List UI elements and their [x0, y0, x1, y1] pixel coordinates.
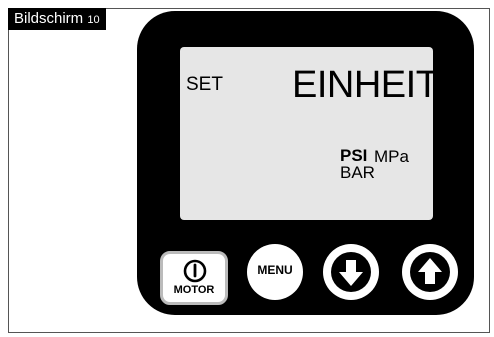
- motor-button-label: MOTOR: [173, 284, 215, 296]
- unit-option-psi: PSI: [340, 146, 368, 165]
- menu-button[interactable]: MENU: [247, 244, 303, 300]
- unit-option-bar: BAR: [340, 163, 375, 182]
- power-icon: [183, 259, 207, 283]
- up-button[interactable]: [402, 244, 458, 300]
- caption-number: 10: [87, 14, 100, 26]
- unit-option-mpa: MPa: [374, 147, 409, 166]
- arrow-down-icon: [331, 252, 371, 292]
- caption-title: Bildschirm: [14, 10, 84, 27]
- arrow-up-icon: [410, 252, 450, 292]
- set-label: SET: [186, 74, 223, 95]
- screen-title: EINHEIT: [292, 64, 439, 106]
- motor-button[interactable]: MOTOR: [160, 251, 228, 305]
- figure-caption: Bildschirm 10: [8, 8, 106, 30]
- menu-button-label: MENU: [257, 263, 293, 277]
- down-button[interactable]: [323, 244, 379, 300]
